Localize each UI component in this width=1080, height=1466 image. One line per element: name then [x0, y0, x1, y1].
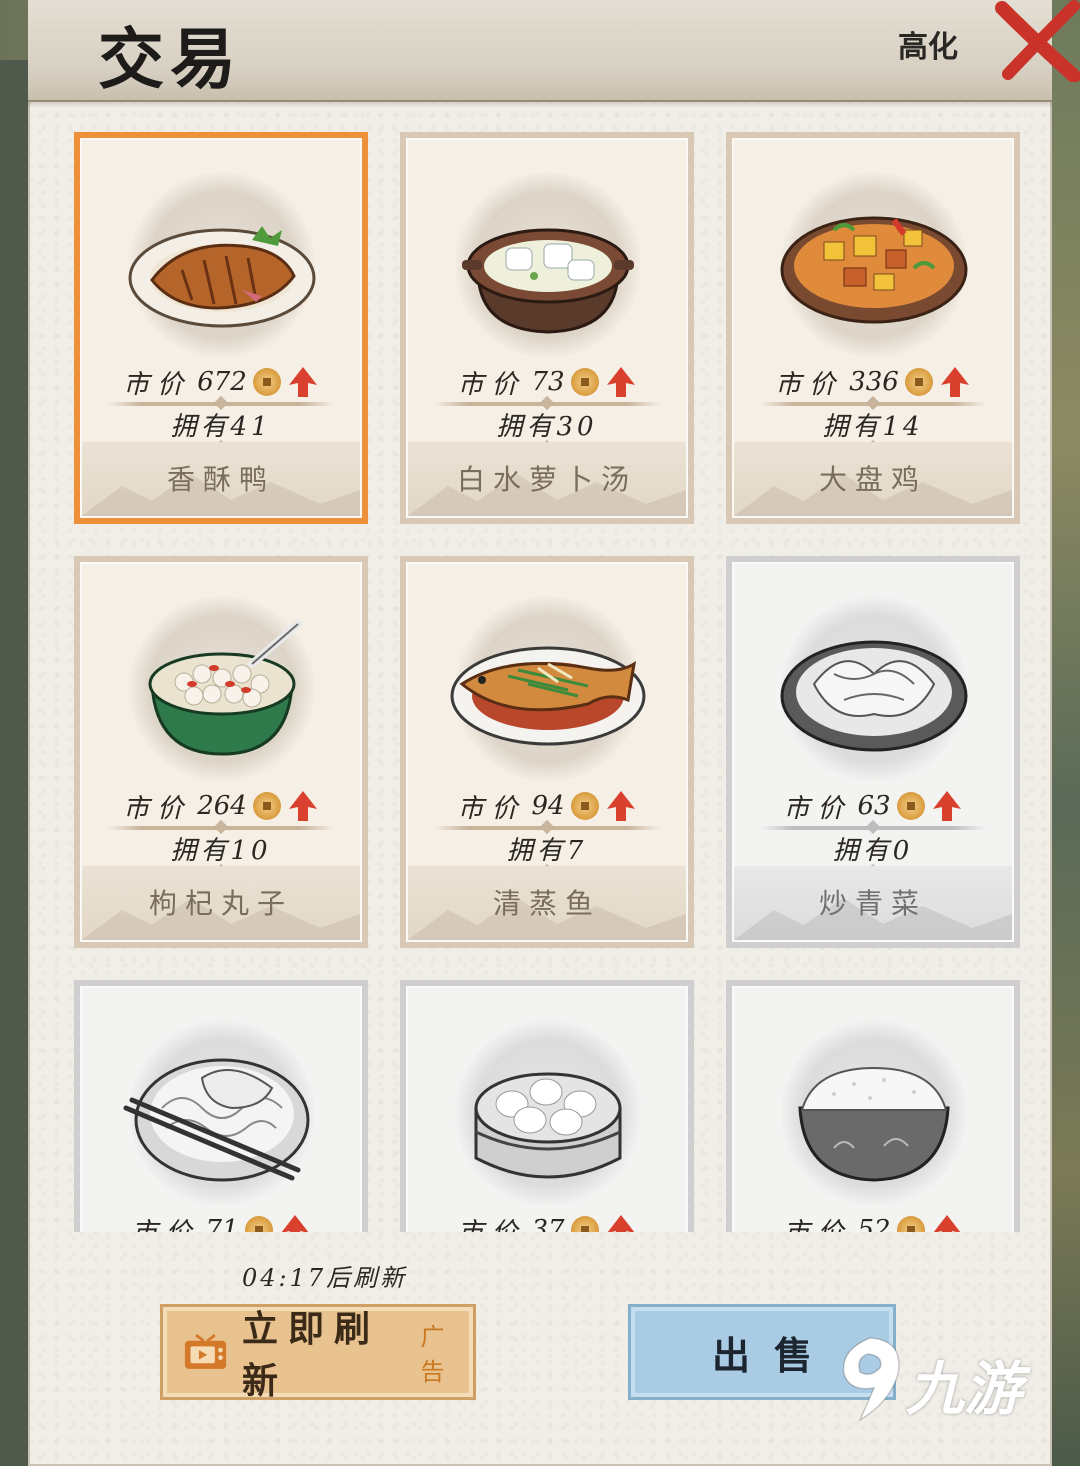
item-name: 白水萝卜汤 [456, 463, 637, 496]
price-value: 52 [857, 1215, 891, 1232]
radish-soup-icon [462, 228, 634, 334]
price-value: 94 [531, 791, 565, 821]
jiuyou-logo-icon [842, 1337, 900, 1422]
item-name: 香酥鸭 [166, 463, 275, 496]
refresh-now-label: 立即刷新 [242, 1308, 381, 1402]
price-up-arrow-icon [606, 791, 635, 821]
price-up-arrow-icon [607, 1215, 634, 1232]
price-row: 市价 71 [82, 1210, 360, 1232]
coin-icon [896, 1216, 925, 1232]
price-up-arrow-icon [288, 791, 317, 821]
coin-icon [896, 792, 925, 820]
item-card[interactable]: 市价 52 [726, 980, 1020, 1232]
watermark-logo: 九游 [820, 1330, 1040, 1430]
coin-icon [570, 368, 599, 396]
tv-ad-icon [184, 1334, 227, 1369]
item-card[interactable]: 市价 73 拥有30 白水萝卜汤 [400, 132, 694, 524]
coin-icon [904, 368, 933, 396]
sell-label: 出售 [711, 1332, 836, 1378]
item-card[interactable]: 市价 71 [74, 980, 368, 1232]
coin-icon [244, 1216, 273, 1232]
item-card[interactable]: 市价 37 [400, 980, 694, 1232]
price-up-arrow-icon [940, 367, 969, 397]
steamed-buns-icon [474, 1072, 622, 1179]
item-card[interactable]: 市价 264 拥有10 枸杞丸子 [74, 556, 368, 948]
ad-label: 广告 [420, 1323, 449, 1386]
wolfberry-meatball-icon [148, 620, 302, 756]
title-bar: 交易 高化 [28, 0, 1080, 108]
price-value: 73 [531, 367, 565, 397]
page-title: 交易 [98, 20, 242, 98]
steamed-fish-icon [450, 646, 646, 746]
price-row: 市价 52 [734, 1210, 1012, 1232]
item-name: 炒青菜 [818, 887, 927, 920]
coin-icon [570, 1216, 599, 1232]
coin-icon [570, 792, 599, 820]
item-name: 大盘鸡 [818, 463, 927, 496]
item-card[interactable]: 市价 672 拥有41 香酥鸭 [74, 132, 368, 524]
item-card[interactable]: 市价 63 拥有0 炒青菜 [726, 556, 1020, 948]
coin-icon [252, 368, 281, 396]
background-side-text: 高化 [898, 30, 958, 65]
refresh-now-button[interactable]: 立即刷新 广告 [160, 1304, 476, 1402]
price-up-arrow-icon [281, 1215, 308, 1232]
price-value: 37 [531, 1215, 565, 1232]
price-up-arrow-icon [933, 1215, 960, 1232]
price-value: 71 [205, 1215, 239, 1232]
price-value: 63 [857, 791, 891, 821]
close-icon[interactable] [994, 0, 1080, 82]
roast-duck-icon [128, 226, 316, 328]
big-plate-chicken-icon [780, 216, 968, 324]
price-row: 市价 37 [408, 1210, 686, 1232]
price-up-arrow-icon [606, 367, 635, 397]
price-value: 672 [197, 367, 247, 397]
price-up-arrow-icon [932, 791, 961, 821]
coin-icon [252, 792, 281, 820]
price-value: 264 [197, 791, 247, 821]
item-card[interactable]: 市价 94 拥有7 清蒸鱼 [400, 556, 694, 948]
item-grid[interactable]: 市价 672 拥有41 香酥鸭 市价 73 拥有30 白水萝卜汤 市价 336 … [60, 120, 1030, 1232]
noodle-bowl-icon [123, 1058, 310, 1182]
item-card[interactable]: 市价 336 拥有14 大盘鸡 [726, 132, 1020, 524]
item-name: 枸杞丸子 [148, 887, 293, 920]
price-value: 336 [849, 367, 899, 397]
item-name: 清蒸鱼 [492, 887, 601, 920]
rice-bowl-icon [798, 1066, 950, 1182]
watermark-text: 九游 [906, 1355, 1023, 1423]
stir-fried-greens-icon [780, 640, 968, 752]
price-up-arrow-icon [288, 367, 317, 397]
refresh-timer: 04:17后刷新 [242, 1264, 408, 1292]
